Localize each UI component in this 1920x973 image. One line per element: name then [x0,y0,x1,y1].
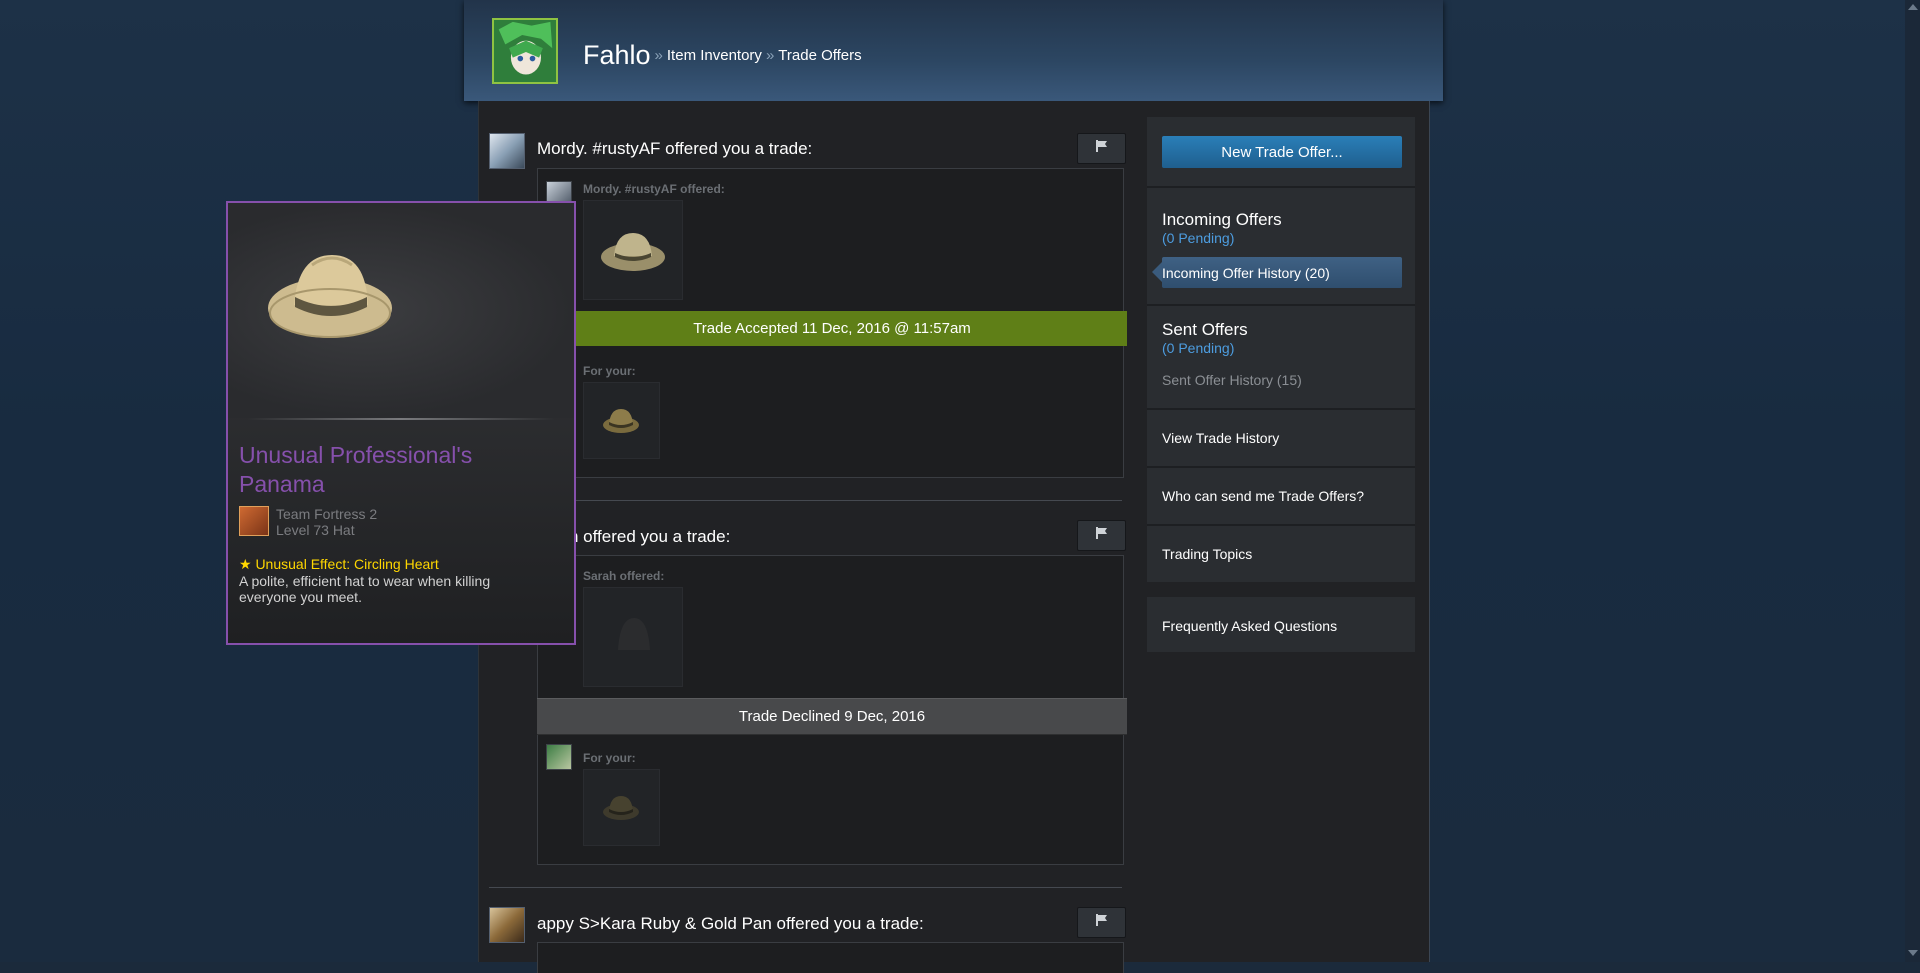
sidebar-gap [1147,582,1415,597]
trade-offer-2: n offered you a trade: Sarah offered: Fo… [479,500,1139,900]
sent-offer-history-link[interactable]: Sent Offer History (15) [1162,372,1302,388]
offered-item-slot[interactable] [583,587,683,687]
incoming-offer-history-label: Incoming Offer History (20) [1162,264,1330,281]
report-flag-button[interactable] [1077,520,1126,551]
your-items-label: For your: [583,364,636,378]
panama-hat-icon [584,233,682,303]
trade-offers-link[interactable]: Trade Offers [778,47,861,64]
breadcrumb-separator: » [654,47,663,64]
new-trade-offer-button[interactable]: New Trade Offer... [1162,136,1402,168]
bucket-hat-icon [584,796,659,849]
trade-offers-panel: Mordy. #rustyAF offered you a trade: Mor… [478,101,1430,973]
offerer-avatar[interactable] [489,133,525,169]
item-description: A polite, efficient hat to wear when kil… [239,573,491,605]
item-level: Level 73 Hat [276,522,355,538]
item-artwork [228,203,574,418]
offered-item-slot[interactable] [583,200,683,300]
report-flag-button[interactable] [1077,133,1126,164]
item-unusual-effect: ★ Unusual Effect: Circling Heart [239,556,439,572]
item-hover-tooltip: Unusual Professional's Panama Team Fortr… [226,201,576,645]
profile-header: Fahlo» Item Inventory» Trade Offers [464,0,1443,101]
sidebar-separator [1147,524,1415,526]
sidebar-separator [1147,304,1415,306]
your-item-slot[interactable] [583,382,660,459]
breadcrumb: Fahlo» Item Inventory» Trade Offers [583,40,862,71]
trade-status-accepted: Trade Accepted 11 Dec, 2016 @ 11:57am [537,311,1127,346]
incoming-offers-heading[interactable]: Incoming Offers [1162,210,1282,230]
sidebar-separator [1147,408,1415,410]
bucket-hat-icon [584,409,659,462]
item-game: Team Fortress 2 [276,506,378,522]
item-inventory-link[interactable]: Item Inventory [667,47,762,64]
scroll-up-arrow-icon[interactable] [1908,4,1918,10]
tooltip-divider [248,418,554,420]
trade-offer-1: Mordy. #rustyAF offered you a trade: Mor… [479,101,1139,491]
your-mini-avatar [546,744,572,770]
scroll-down-arrow-icon[interactable] [1908,950,1918,956]
flag-icon [1095,913,1109,932]
profile-avatar[interactable] [492,18,558,84]
item-name: Unusual Professional's Panama [239,442,473,497]
trade-offer-3: appy S>Kara Ruby & Gold Pan offered you … [479,887,1139,973]
window-scrollbar[interactable] [1905,0,1920,962]
who-can-send-offers-link[interactable]: Who can send me Trade Offers? [1162,488,1364,504]
flag-icon [1095,139,1109,158]
sent-pending-count[interactable]: (0 Pending) [1162,340,1234,356]
profile-name-link[interactable]: Fahlo [583,40,651,70]
offer-title: Mordy. #rustyAF offered you a trade: [537,139,813,158]
offerer-items-label: Sarah offered: [583,569,665,583]
sidebar-separator [1147,466,1415,468]
trading-topics-link[interactable]: Trading Topics [1162,546,1252,562]
sent-offers-heading[interactable]: Sent Offers [1162,320,1248,340]
tf2-game-icon [239,506,269,536]
report-flag-button[interactable] [1077,907,1126,938]
faq-link[interactable]: Frequently Asked Questions [1162,618,1337,634]
sidebar-nav-block: New Trade Offer... Incoming Offers (0 Pe… [1147,117,1415,652]
offer-items-box [537,942,1124,973]
breadcrumb-separator: » [765,47,775,64]
offerer-items-label: Mordy. #rustyAF offered: [583,182,725,196]
your-items-label: For your: [583,751,636,765]
sidebar-separator [1147,186,1415,188]
offerer-avatar[interactable] [489,907,525,943]
view-trade-history-link[interactable]: View Trade History [1162,430,1279,446]
your-item-slot[interactable] [583,769,660,846]
flag-icon [1095,526,1109,545]
dark-hat-icon [584,618,682,690]
incoming-pending-count[interactable]: (0 Pending) [1162,230,1234,246]
incoming-offer-history-tab[interactable]: Incoming Offer History (20) [1152,257,1402,288]
trade-status-declined: Trade Declined 9 Dec, 2016 [537,698,1127,735]
offer-title: n offered you a trade: [569,527,731,546]
offer-title: appy S>Kara Ruby & Gold Pan offered you … [537,914,924,933]
